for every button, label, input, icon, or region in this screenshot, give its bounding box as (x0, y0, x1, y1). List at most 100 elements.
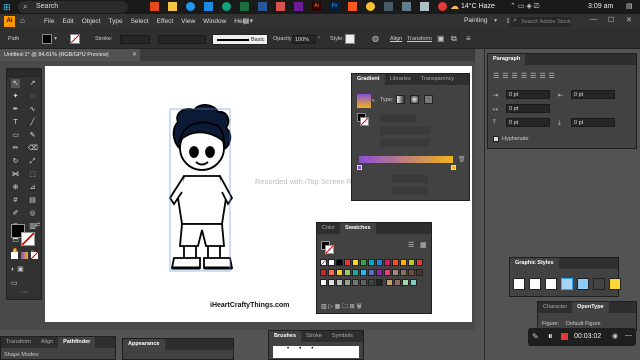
align-button[interactable]: Align (390, 36, 402, 42)
left-indent-field[interactable]: 0 pt (506, 90, 550, 99)
stroke-color-box[interactable] (21, 232, 35, 246)
app-icon[interactable] (204, 2, 213, 11)
chevron-down-icon[interactable]: ▾ (494, 17, 497, 24)
settings-icon[interactable] (402, 2, 411, 11)
swatch[interactable] (344, 259, 351, 266)
swatch-grid[interactable] (320, 259, 432, 289)
isolate-icon[interactable]: ▣ (437, 34, 445, 43)
screenshot-icon[interactable]: ◉ (612, 332, 618, 340)
swatch[interactable] (392, 259, 399, 266)
clock[interactable]: 3:09 am (588, 3, 613, 10)
gradient-stop-start[interactable] (357, 165, 362, 170)
gradient-slider[interactable] (359, 156, 453, 163)
swatch[interactable] (376, 279, 383, 286)
swatch[interactable] (328, 279, 335, 286)
workspace-switcher[interactable]: Painting (464, 17, 488, 24)
pencil-icon[interactable]: ✏ (11, 144, 20, 153)
location-field[interactable] (392, 187, 428, 195)
tab-gradient[interactable]: Gradient (352, 74, 385, 85)
tab-brushes[interactable]: Brushes (269, 331, 302, 342)
home-icon[interactable]: ⌂ (20, 16, 25, 25)
color-mode-gradient[interactable] (21, 252, 28, 259)
tray-icons[interactable]: ⌃ ▭ ◈ ⎚ (510, 2, 539, 11)
tab-paragraph[interactable]: Paragraph (488, 54, 526, 65)
free-transform-icon[interactable]: ⬚ (28, 170, 37, 179)
menu-window[interactable]: Window (199, 15, 230, 28)
swatch[interactable] (360, 259, 367, 266)
swatch[interactable] (368, 259, 375, 266)
graphic-style-swatch[interactable] (345, 34, 355, 44)
close-icon[interactable]: ✕ (626, 16, 632, 24)
boy-illustration[interactable] (160, 100, 240, 280)
opacity-field[interactable]: 100% (292, 35, 316, 44)
menu-type[interactable]: Type (104, 15, 126, 28)
graphic-style-list[interactable] (513, 278, 622, 291)
document-tab[interactable]: Untitled-1* @ 84.61% (RGB/GPU Preview) ✕ (0, 49, 140, 61)
linear-gradient-button[interactable] (396, 95, 405, 104)
chevron-right-icon[interactable]: › (318, 35, 320, 41)
maximize-icon[interactable]: ☐ (608, 16, 614, 24)
swatch-library-icon[interactable]: ▥ ▷ ▦ 🗀 ⊞ 🗑 (321, 302, 362, 312)
rotate-icon[interactable]: ↻ (11, 157, 20, 166)
menu-effect[interactable]: Effect (153, 15, 178, 28)
width-tool-icon[interactable]: ⋈ (11, 170, 20, 179)
swatch[interactable] (384, 269, 391, 276)
swatch[interactable] (320, 279, 327, 286)
stroke-weight-field[interactable] (120, 35, 150, 44)
app-icon[interactable] (384, 2, 393, 11)
perspective-icon[interactable]: ⊿ (28, 183, 37, 192)
screen-mode-icon[interactable]: ▭ (11, 279, 18, 287)
swatch[interactable] (344, 279, 351, 286)
tab-color[interactable]: Color (317, 223, 340, 234)
swatch[interactable] (376, 269, 383, 276)
more-tools-icon[interactable]: ··· (21, 289, 28, 296)
tab-transparency[interactable]: Transparency (416, 74, 459, 85)
pause-icon[interactable]: ⏸ (548, 331, 553, 342)
eraser-icon[interactable]: ⌫ (28, 144, 38, 153)
swatch[interactable] (320, 269, 327, 276)
photos-icon[interactable] (294, 2, 303, 11)
stock-search[interactable]: ⌕ Search Adobe Stock (511, 17, 571, 27)
space-after-field[interactable]: 0 pt (571, 118, 615, 127)
swatch[interactable] (408, 269, 415, 276)
swatch[interactable] (336, 269, 343, 276)
taskbar-search[interactable]: ⌕ Search (18, 1, 128, 13)
folder-icon[interactable] (168, 2, 177, 11)
app-icon[interactable] (276, 2, 285, 11)
gradient-preview[interactable] (357, 94, 371, 108)
minimize-icon[interactable]: — (590, 16, 597, 23)
swatch[interactable] (368, 279, 375, 286)
chrome-icon[interactable] (366, 2, 375, 11)
share-icon[interactable]: ⇧ (505, 17, 511, 25)
arrange-icon[interactable]: ⧉ (451, 34, 457, 44)
angle-field[interactable] (380, 127, 430, 135)
stroke-gradient-options[interactable] (380, 114, 416, 122)
tab-transform[interactable]: Transform (1, 337, 36, 348)
swatch[interactable] (328, 259, 335, 266)
curvature-icon[interactable]: ∿ (28, 105, 37, 114)
tab-opentype[interactable]: OpenType (572, 302, 609, 313)
swatch[interactable] (409, 279, 417, 286)
menu-object[interactable]: Object (78, 15, 105, 28)
swatch[interactable] (336, 259, 343, 266)
swap-colors-icon[interactable]: ⇄ (35, 221, 40, 228)
graphic-style[interactable] (513, 278, 525, 290)
line-tool-icon[interactable]: ╱ (28, 118, 37, 127)
pen-icon[interactable]: ✎ (532, 332, 539, 341)
swatch[interactable] (400, 259, 407, 266)
align-buttons[interactable]: ☰☰☰☰☰☰☰ (493, 72, 558, 80)
stop-icon[interactable] (561, 333, 568, 340)
graphic-style[interactable] (593, 278, 605, 290)
shape-builder-icon[interactable]: ⊕ (11, 183, 20, 192)
gradient-stop-end[interactable] (451, 165, 456, 170)
word-icon[interactable] (258, 2, 267, 11)
selection-tool-icon[interactable]: ↖ (11, 79, 20, 88)
type-tool-icon[interactable]: T (11, 118, 20, 127)
tab-appearance[interactable]: Appearance (123, 339, 165, 350)
color-mode-solid[interactable] (11, 252, 18, 259)
swatch-stroke-box[interactable] (325, 245, 334, 254)
hyphenate-checkbox[interactable] (493, 136, 499, 142)
tab-libraries[interactable]: Libraries (385, 74, 416, 85)
options-icon[interactable]: ≡ (466, 34, 471, 43)
magic-wand-icon[interactable]: ✦ (11, 92, 20, 101)
